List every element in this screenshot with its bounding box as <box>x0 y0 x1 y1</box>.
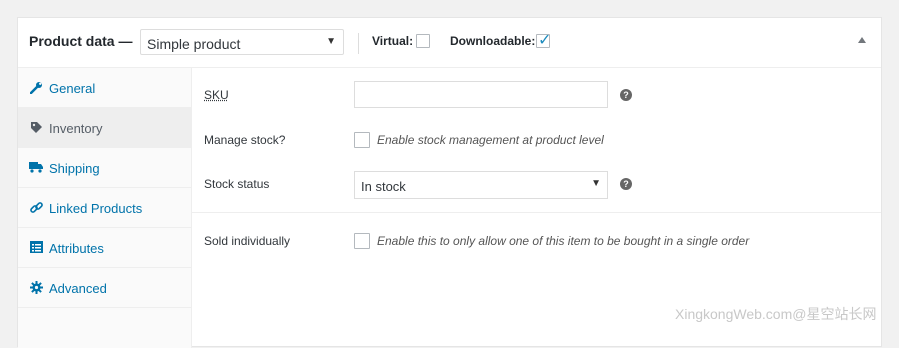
tab-label: Shipping <box>49 161 100 176</box>
watermark: XingkongWeb.com@星空站长网 <box>675 306 877 322</box>
section-divider <box>192 212 881 213</box>
virtual-label: Virtual: <box>372 34 414 48</box>
truck-icon <box>29 160 43 174</box>
tab-shipping[interactable]: Shipping <box>18 148 191 188</box>
checkmark-icon: ✓ <box>538 32 552 49</box>
manage-stock-label: Manage stock? <box>204 133 286 147</box>
tab-inventory[interactable]: Inventory <box>18 108 191 148</box>
dropdown-arrow-icon: ▼ <box>591 178 601 189</box>
tab-general[interactable]: General <box>18 68 191 108</box>
wrench-icon <box>29 80 43 94</box>
manage-stock-checkbox[interactable] <box>354 132 370 148</box>
sku-input[interactable] <box>354 81 608 108</box>
manage-stock-description: Enable stock management at product level <box>377 133 604 147</box>
sku-label: SKU <box>204 88 229 102</box>
gear-icon <box>29 280 43 294</box>
product-data-tabs: General Inventory Shipping Linked Produc… <box>18 68 192 348</box>
product-type-select[interactable]: Simple product ▼ <box>140 29 344 55</box>
virtual-checkbox[interactable] <box>416 34 430 48</box>
product-data-header: Product data — Simple product ▼ Virtual:… <box>18 18 881 68</box>
stock-status-select[interactable]: In stock ▼ <box>354 171 608 199</box>
list-icon <box>29 240 43 254</box>
collapse-toggle-icon[interactable] <box>858 37 866 43</box>
tab-attributes[interactable]: Attributes <box>18 228 191 268</box>
tab-advanced[interactable]: Advanced <box>18 268 191 308</box>
help-icon[interactable]: ? <box>620 178 632 190</box>
header-divider <box>358 33 359 54</box>
product-type-value: Simple product <box>147 36 241 52</box>
link-icon <box>29 200 43 214</box>
stock-status-label: Stock status <box>204 177 270 191</box>
help-icon[interactable]: ? <box>620 89 632 101</box>
sold-individually-checkbox[interactable] <box>354 233 370 249</box>
product-data-panel: Product data — Simple product ▼ Virtual:… <box>17 17 882 348</box>
tag-icon <box>29 120 43 134</box>
tab-label: Attributes <box>49 241 104 256</box>
panel-title: Product data — <box>29 33 133 49</box>
sold-individually-label: Sold individually <box>204 234 291 248</box>
tab-label: Linked Products <box>49 201 143 216</box>
stock-status-value: In stock <box>361 179 406 194</box>
tab-label: Inventory <box>49 121 103 136</box>
downloadable-label: Downloadable: <box>450 34 536 48</box>
tab-linked-products[interactable]: Linked Products <box>18 188 191 228</box>
dropdown-arrow-icon: ▼ <box>326 36 336 47</box>
tab-label: General <box>49 81 96 96</box>
sold-individually-description: Enable this to only allow one of this it… <box>377 234 750 248</box>
tab-label: Advanced <box>49 281 107 296</box>
downloadable-checkbox[interactable]: ✓ <box>536 32 551 49</box>
